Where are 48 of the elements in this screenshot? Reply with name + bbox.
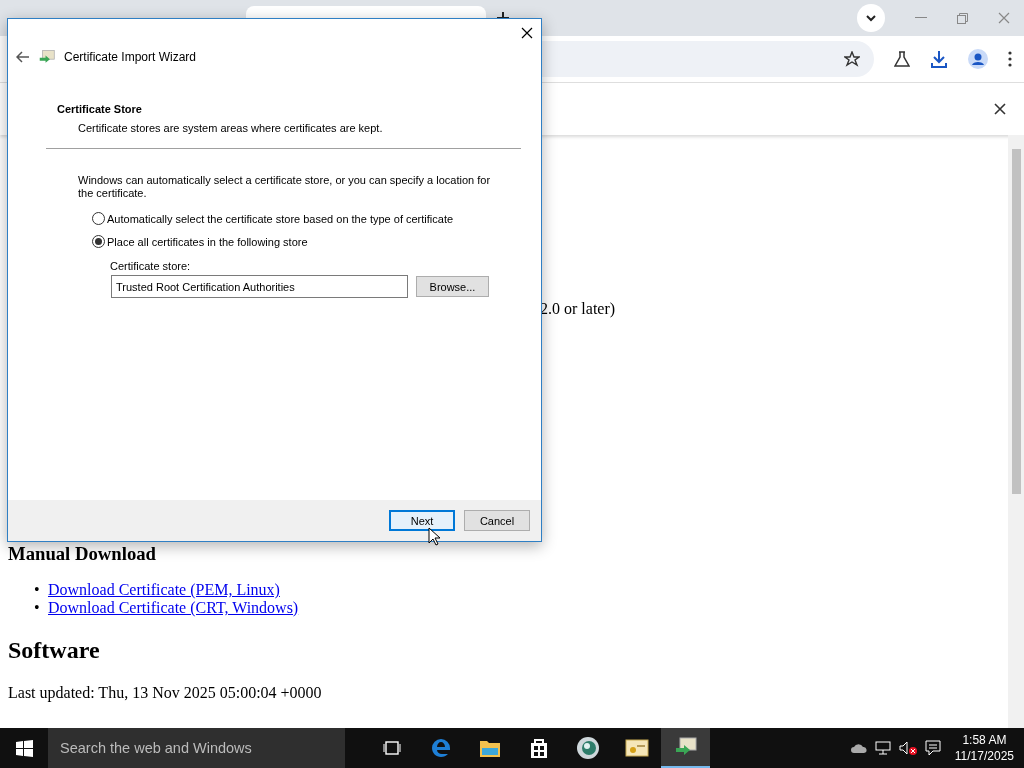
menu-icon[interactable] [1008, 51, 1012, 67]
radio-label[interactable]: Place all certificates in the following store [107, 235, 308, 248]
close-icon[interactable] [521, 27, 533, 39]
close-icon[interactable] [994, 103, 1006, 115]
scrollbar[interactable] [1008, 135, 1024, 728]
radio-button[interactable] [92, 212, 105, 225]
minimize-icon[interactable] [915, 17, 927, 19]
back-arrow-icon[interactable] [16, 51, 30, 63]
section-heading: Manual Download [8, 543, 157, 565]
flask-icon[interactable] [894, 51, 910, 67]
certificate-icon [624, 738, 649, 758]
chevron-down-icon [866, 14, 876, 22]
bullet: • [34, 599, 41, 617]
radio-button[interactable] [92, 235, 105, 248]
notification-icon[interactable] [924, 740, 941, 756]
certificate-store-field[interactable]: Trusted Root Certification Authorities [111, 275, 408, 298]
bullet: • [34, 581, 41, 599]
profile-icon[interactable] [968, 49, 988, 69]
dialog-title: Certificate Import Wizard [64, 50, 197, 64]
next-button[interactable]: Next [389, 510, 455, 531]
network-icon[interactable] [874, 741, 891, 755]
cloud-icon[interactable] [850, 743, 867, 753]
certificate-wizard-icon [38, 49, 56, 65]
certificate-wizard-icon [673, 736, 698, 758]
task-view-icon [382, 741, 401, 755]
star-icon[interactable] [844, 51, 860, 67]
intro-text: Windows can automatically select a certificate store, or you can specify a location for the certificate. [78, 174, 492, 200]
section-description: Certificate stores are system areas where certificates are kept. [78, 122, 383, 134]
last-updated-text: Last updated: Thu, 13 Nov 2025 05:00:04 +0000 [8, 684, 322, 702]
section-heading: Software [8, 637, 101, 664]
browse-button[interactable]: Browse... [416, 276, 489, 297]
store-icon [528, 737, 549, 759]
search-field[interactable]: Search the web and Windows [48, 728, 345, 768]
cancel-button[interactable]: Cancel [464, 510, 530, 531]
taskbar-app[interactable] [661, 728, 710, 768]
edge-icon [429, 737, 452, 759]
download-link[interactable]: Download Certificate (CRT, Windows) [48, 599, 299, 617]
radio-label[interactable]: Automatically select the certificate store based on the type of certificate [107, 212, 454, 225]
restore-icon[interactable] [957, 12, 968, 24]
clock[interactable]: 1:58 AM 11/17/2025 [954, 732, 1014, 764]
field-label: Certificate store: [110, 260, 191, 272]
tab-search-button[interactable] [857, 4, 885, 32]
download-link[interactable]: Download Certificate (PEM, Linux) [48, 581, 280, 599]
muted-speaker-icon[interactable] [898, 741, 917, 755]
folder-icon [478, 738, 501, 758]
section-title: Certificate Store [57, 103, 143, 115]
download-icon[interactable] [930, 50, 948, 68]
windows-start-icon[interactable] [15, 739, 33, 757]
